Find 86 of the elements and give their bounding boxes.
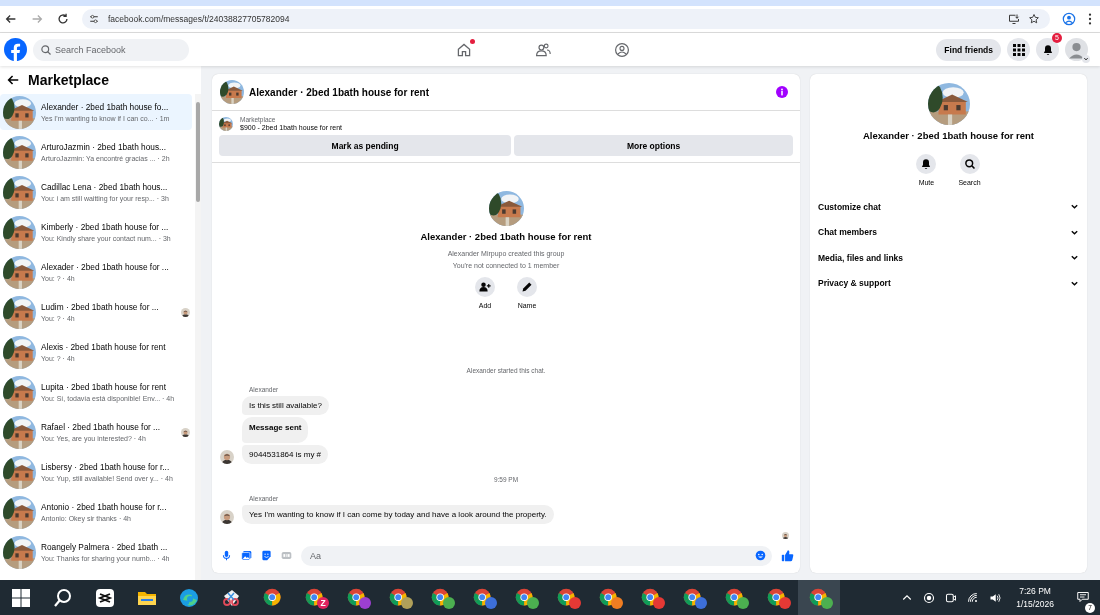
- profile-taskbar-button[interactable]: [798, 580, 840, 615]
- section-header[interactable]: Media, files and links: [818, 245, 1079, 271]
- conversation-title: Ludim · 2bed 1bath house for ...: [41, 302, 159, 312]
- browser-icon: [305, 587, 325, 608]
- camera-icon[interactable]: [945, 591, 958, 604]
- group-title: Alexander · 2bed 1bath house for rent: [420, 231, 592, 242]
- home-icon[interactable]: [456, 41, 472, 58]
- friends-icon[interactable]: [535, 41, 551, 58]
- site-settings-icon[interactable]: [88, 13, 100, 25]
- conversation-title: Kimberly · 2bed 1bath house for ...: [41, 222, 169, 232]
- find-friends-button[interactable]: Find friends: [936, 38, 1001, 61]
- star-icon[interactable]: [1028, 13, 1040, 25]
- reload-icon[interactable]: [56, 12, 70, 26]
- pencil-icon: [521, 281, 533, 293]
- grid-icon: [1012, 43, 1025, 56]
- logo-icon[interactable]: [4, 38, 27, 61]
- listing-button[interactable]: More options: [514, 135, 793, 156]
- add-person-button[interactable]: [475, 277, 495, 297]
- image-icon[interactable]: [241, 549, 252, 561]
- bell-icon: [920, 158, 933, 170]
- search-icon: [53, 587, 73, 608]
- section-label: Chat members: [818, 227, 878, 238]
- chevron-down-icon: [1070, 202, 1079, 212]
- search-icon: [40, 43, 52, 56]
- menu-button[interactable]: [1007, 38, 1030, 61]
- more-icon[interactable]: [1088, 12, 1092, 26]
- search-icon: [963, 158, 976, 170]
- conversation-title: ArturoJazmin · 2bed 1bath hous...: [41, 142, 166, 152]
- chat-title: Alexander · 2bed 1bath house for rent: [249, 86, 430, 98]
- chevron-down-icon: [1070, 253, 1079, 263]
- sticker-icon[interactable]: [261, 549, 272, 561]
- message-bubble: Yes I'm wanting to know if I can come by today and have a look around the property.: [242, 505, 554, 524]
- add-person-icon: [479, 281, 491, 293]
- browser-icon: [263, 587, 283, 608]
- back-icon[interactable]: [4, 12, 18, 26]
- section-label: Privacy & support: [818, 278, 891, 289]
- conversation-title: Lupita · 2bed 1bath house for rent: [41, 382, 166, 392]
- clock[interactable]: 7:26 PM 1/15/2026: [1016, 586, 1054, 609]
- message-bubble: 9044531864 is my #: [242, 445, 329, 464]
- mute-button[interactable]: [916, 154, 937, 174]
- profile-badge: Z: [317, 597, 329, 609]
- conversation-title: Antonio · 2bed 1bath house for r...: [41, 502, 167, 512]
- emoji-icon[interactable]: [755, 549, 766, 561]
- back-icon[interactable]: [6, 73, 20, 87]
- scrollbar[interactable]: [195, 94, 201, 580]
- search-field[interactable]: Search Facebook: [33, 38, 189, 61]
- message-bubble: Message sent: [242, 417, 309, 443]
- info-icon[interactable]: [776, 86, 788, 98]
- section-header[interactable]: Chat members: [818, 219, 1079, 245]
- windows-logo-icon: [11, 587, 31, 608]
- profile-icon[interactable]: [1062, 12, 1076, 26]
- message-bubble: Is this still available?: [242, 396, 329, 415]
- section-label: Media, files and links: [818, 252, 904, 263]
- profile-taskbar-button[interactable]: Z: [294, 580, 336, 615]
- chat-name: Alexander · 2bed 1bath house for rent: [862, 130, 1034, 141]
- conversation-title: Rafael · 2bed 1bath house for ...: [41, 422, 160, 432]
- conversation-title: Alexis · 2bed 1bath house for rent: [41, 342, 166, 352]
- address-field[interactable]: facebook.com/messages/t/24038827705782094: [82, 9, 1050, 29]
- conversation-title: Lisbersy · 2bed 1bath house for r...: [41, 462, 170, 472]
- scissors-icon: [221, 587, 241, 608]
- conversation-title: Cadillac Lena · 2bed 1bath hous...: [41, 182, 168, 192]
- conversation-title: Alexander · 2bed 1bath house fo...: [41, 102, 169, 112]
- section-label: Customize chat: [818, 201, 881, 212]
- sidebar-title: Marketplace: [28, 72, 109, 88]
- account-avatar[interactable]: [1065, 38, 1088, 61]
- like-icon[interactable]: [781, 548, 794, 562]
- edit-name-button[interactable]: [517, 277, 537, 297]
- section-header[interactable]: Privacy & support: [818, 270, 1079, 296]
- listing-button[interactable]: Mark as pending: [219, 135, 512, 156]
- microphone-icon[interactable]: [221, 549, 232, 561]
- record-icon[interactable]: [923, 591, 936, 604]
- chevron-down-icon[interactable]: [1082, 55, 1090, 63]
- conversation-title: Roangely Palmera · 2bed 1bath ...: [41, 542, 168, 552]
- message-field[interactable]: Aa: [301, 546, 772, 566]
- conversation-title: Alexader · 2bed 1bath house for ...: [41, 262, 169, 272]
- install-icon[interactable]: [1008, 13, 1020, 25]
- groups-icon[interactable]: [614, 41, 630, 58]
- search-button[interactable]: [959, 154, 980, 174]
- section-header[interactable]: Customize chat: [818, 194, 1079, 220]
- bell-icon: [1041, 43, 1054, 56]
- notifications-button[interactable]: [1036, 38, 1059, 61]
- notification-center-icon[interactable]: [1077, 590, 1089, 603]
- speaker-icon[interactable]: [989, 591, 1002, 604]
- browser-icon: [179, 587, 199, 608]
- app-icon: [95, 587, 115, 608]
- wifi-icon[interactable]: [967, 591, 980, 604]
